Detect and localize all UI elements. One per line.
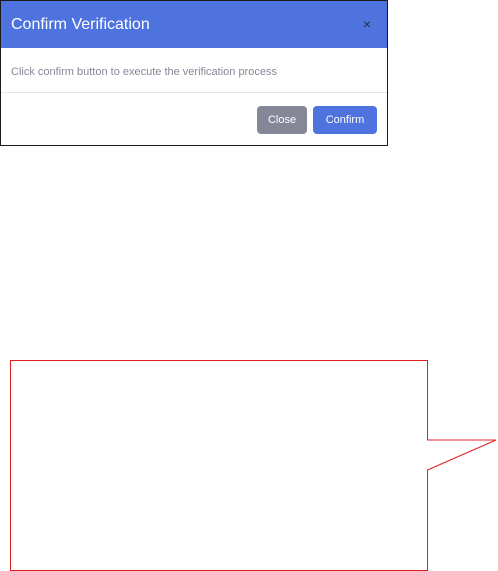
close-icon[interactable]: × (359, 15, 375, 33)
modal-body: Click confirm button to execute the veri… (1, 48, 387, 93)
modal-footer: Close Confirm (1, 93, 387, 145)
confirm-verification-modal: Confirm Verification × Click confirm but… (0, 0, 388, 146)
modal-header: Confirm Verification × (1, 1, 387, 48)
modal-body-text: Click confirm button to execute the veri… (11, 66, 277, 78)
confirm-button[interactable]: Confirm (313, 106, 377, 134)
callout-outline (10, 360, 497, 571)
callout-bubble (10, 360, 498, 571)
page: Confirm Verification × Click confirm but… (0, 0, 498, 571)
close-button[interactable]: Close (257, 106, 307, 134)
callout-shape (10, 360, 497, 571)
modal-title: Confirm Verification (11, 16, 150, 33)
